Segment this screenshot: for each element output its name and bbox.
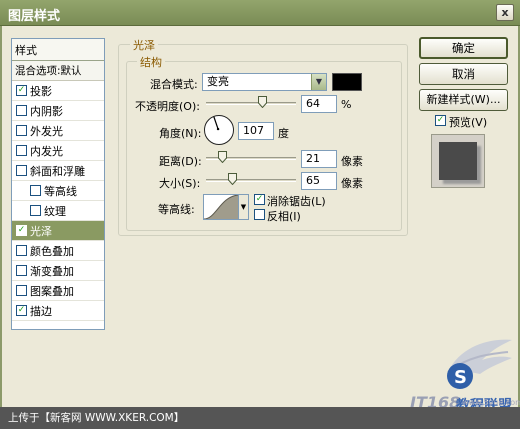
opacity-label: 不透明度(O):	[135, 100, 200, 113]
style-preview	[431, 134, 485, 188]
angle-unit: 度	[278, 127, 289, 140]
close-button[interactable]: x	[496, 4, 514, 21]
ok-button[interactable]: 确定	[419, 37, 508, 59]
style-item-outer-glow[interactable]: 外发光	[12, 121, 104, 141]
preview-thumbnail	[439, 142, 477, 180]
style-item-texture[interactable]: 纹理	[12, 201, 104, 221]
opacity-slider-track[interactable]	[206, 102, 296, 105]
angle-label: 角度(N):	[159, 127, 202, 140]
new-style-label: 新建样式(W)...	[426, 93, 501, 106]
size-slider-track[interactable]	[206, 179, 296, 182]
slider-thumb-icon[interactable]	[228, 173, 237, 185]
checkbox[interactable]	[30, 185, 41, 196]
new-style-button[interactable]: 新建样式(W)...	[419, 89, 508, 111]
style-item-stroke[interactable]: ✓ 描边	[12, 301, 104, 321]
style-item-label: 渐变叠加	[30, 264, 74, 278]
style-item-label: 图案叠加	[30, 284, 74, 298]
satin-color-swatch[interactable]	[332, 73, 362, 91]
style-list: 样式 混合选项:默认 ✓ 投影 内阴影 外发光 内发光 斜面和浮雕 等高线 纹理…	[11, 38, 105, 330]
structure-group-title: 结构	[137, 54, 165, 70]
checkbox[interactable]	[30, 205, 41, 216]
blend-options-label: 混合选项:默认	[15, 65, 82, 77]
style-item-inner-glow[interactable]: 内发光	[12, 141, 104, 161]
close-icon: x	[501, 6, 509, 19]
checkbox[interactable]	[16, 105, 27, 116]
style-item-label: 斜面和浮雕	[30, 164, 85, 178]
cancel-button[interactable]: 取消	[419, 63, 508, 85]
check-icon[interactable]: ✓	[435, 115, 446, 126]
style-item-label: 描边	[30, 304, 52, 318]
blend-options-item[interactable]: 混合选项:默认	[12, 61, 104, 81]
invert-checkbox[interactable]	[254, 209, 265, 220]
style-item-label: 光泽	[30, 224, 52, 238]
checkbox[interactable]	[16, 145, 27, 156]
opacity-unit: %	[341, 98, 352, 111]
size-unit: 像素	[341, 177, 363, 190]
style-item-drop-shadow[interactable]: ✓ 投影	[12, 81, 104, 101]
check-icon[interactable]: ✓	[16, 85, 27, 96]
svg-text:S: S	[454, 367, 467, 388]
angle-dial-needle	[213, 116, 220, 131]
invert-label[interactable]: 反相(I)	[267, 208, 301, 224]
style-item-label: 颜色叠加	[30, 244, 74, 258]
distance-unit: 像素	[341, 155, 363, 168]
style-item-bevel-emboss[interactable]: 斜面和浮雕	[12, 161, 104, 181]
style-item-contour[interactable]: 等高线	[12, 181, 104, 201]
checkbox[interactable]	[16, 265, 27, 276]
style-item-satin[interactable]: ✓ 光泽	[12, 221, 104, 241]
checkbox[interactable]	[16, 125, 27, 136]
blend-mode-value: 变亮	[207, 75, 229, 88]
window-title: 图层样式	[8, 9, 61, 24]
blend-mode-select[interactable]: 变亮 ▼	[202, 73, 327, 91]
slider-thumb-icon[interactable]	[258, 96, 267, 108]
contour-label: 等高线:	[158, 203, 195, 216]
size-label: 大小(S):	[159, 177, 201, 190]
antialias-label[interactable]: 消除锯齿(L)	[267, 193, 326, 209]
style-item-label: 纹理	[44, 204, 66, 218]
distance-input[interactable]: 21	[301, 150, 337, 168]
contour-curve-icon	[204, 195, 238, 219]
check-icon[interactable]: ✓	[254, 194, 265, 205]
style-item-label: 投影	[30, 84, 52, 98]
ok-label: 确定	[452, 41, 475, 55]
check-icon[interactable]: ✓	[16, 225, 27, 236]
style-item-label: 内发光	[30, 144, 63, 158]
cancel-label: 取消	[452, 67, 475, 81]
style-item-gradient-overlay[interactable]: 渐变叠加	[12, 261, 104, 281]
logo-site-text: www.5yue.com	[462, 398, 520, 407]
distance-label: 距离(D):	[159, 155, 202, 168]
preview-label[interactable]: 预览(V)	[449, 114, 487, 130]
contour-picker[interactable]	[203, 194, 239, 220]
size-input[interactable]: 65	[301, 172, 337, 190]
style-item-color-overlay[interactable]: 颜色叠加	[12, 241, 104, 261]
contour-dropdown-arrow[interactable]: ▼	[239, 194, 249, 220]
checkbox[interactable]	[16, 245, 27, 256]
style-item-label: 等高线	[44, 184, 77, 198]
style-item-pattern-overlay[interactable]: 图案叠加	[12, 281, 104, 301]
slider-thumb-icon[interactable]	[218, 151, 227, 163]
styles-header-label: 样式	[15, 43, 37, 57]
style-item-label: 外发光	[30, 124, 63, 138]
upload-credit: 上传于【新客网 WWW.XKER.COM】	[8, 412, 185, 424]
distance-value: 21	[306, 152, 320, 165]
style-item-label: 内阴影	[30, 104, 63, 118]
chevron-down-icon: ▼	[311, 74, 326, 90]
opacity-value: 64	[306, 97, 320, 110]
styles-header[interactable]: 样式	[12, 39, 104, 61]
opacity-input[interactable]: 64	[301, 95, 337, 113]
blend-mode-label: 混合模式:	[150, 78, 198, 91]
angle-dial-icon[interactable]	[204, 115, 234, 145]
check-icon[interactable]: ✓	[16, 305, 27, 316]
checkbox[interactable]	[16, 285, 27, 296]
checkbox[interactable]	[16, 165, 27, 176]
angle-value: 107	[243, 124, 264, 137]
satin-group-title: 光泽	[130, 37, 158, 53]
size-value: 65	[306, 174, 320, 187]
title-bar: 图层样式 x	[0, 0, 520, 26]
angle-input[interactable]: 107	[238, 122, 274, 140]
style-item-inner-shadow[interactable]: 内阴影	[12, 101, 104, 121]
